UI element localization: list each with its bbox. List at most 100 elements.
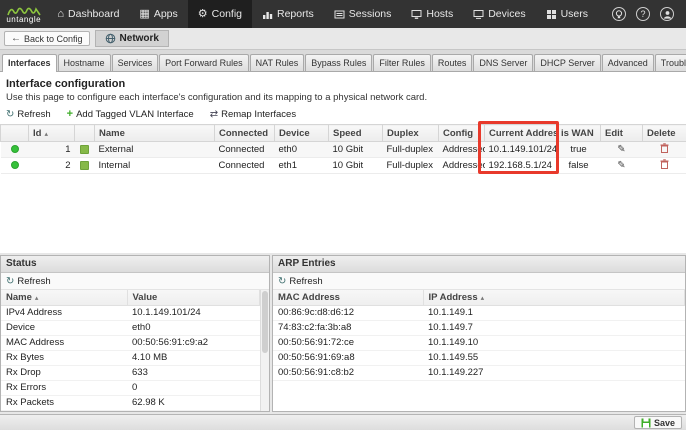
interfaces-toolbar: Refresh Add Tagged VLAN Interface Remap …	[0, 106, 686, 124]
nav-reports[interactable]: Reports	[252, 0, 324, 28]
arp-row[interactable]: 00:86:9c:d8:d6:12 10.1.149.1	[273, 305, 685, 321]
users-icon	[546, 9, 556, 19]
status-row[interactable]: Rx Errors 0	[1, 380, 260, 396]
nav-label: Apps	[153, 8, 178, 20]
status-refresh-button[interactable]: Refresh	[1, 273, 269, 290]
col-status-value[interactable]: Value	[127, 290, 260, 306]
col-name[interactable]: Name	[94, 124, 215, 142]
status-row[interactable]: Device eth0	[1, 320, 260, 336]
status-table: Name Value IPv4 Address 10.1.149.101/24 …	[1, 290, 260, 411]
tab-nat-rules[interactable]: NAT Rules	[249, 54, 305, 71]
col-duplex[interactable]: Duplex	[382, 124, 439, 142]
nav-config[interactable]: Config	[187, 0, 252, 28]
col-status-name[interactable]: Name	[1, 290, 128, 306]
arp-mac: 00:50:56:91:69:a8	[273, 350, 423, 366]
tab-interfaces[interactable]: Interfaces	[2, 54, 57, 72]
network-section-tab[interactable]: Network	[94, 30, 169, 47]
scrollbar-thumb[interactable]	[262, 291, 268, 353]
tab-port-forward-rules[interactable]: Port Forward Rules	[159, 54, 249, 71]
help-icon[interactable]	[636, 7, 650, 21]
nav-dashboard[interactable]: Dashboard	[47, 0, 129, 28]
cell-speed: 10 Gbit	[328, 141, 383, 158]
status-value: 62.98 K	[127, 395, 260, 411]
remap-interfaces-button[interactable]: Remap Interfaces	[210, 108, 296, 121]
col-delete[interactable]: Delete	[642, 124, 686, 142]
tab-bypass-rules[interactable]: Bypass Rules	[305, 54, 373, 71]
interface-type-icon	[80, 144, 89, 154]
nav-hosts[interactable]: Hosts	[401, 0, 463, 28]
refresh-label: Refresh	[289, 275, 323, 287]
col-type-icon[interactable]	[74, 124, 95, 142]
status-row[interactable]: MAC Address 00:50:56:91:c9:a2	[1, 335, 260, 351]
cell-is-wan: false	[556, 157, 601, 174]
nav-devices[interactable]: Devices	[463, 0, 535, 28]
tab-filter-rules[interactable]: Filter Rules	[373, 54, 431, 71]
arp-panel-title: ARP Entries	[273, 256, 685, 273]
interface-row-external[interactable]: 1 External Connected eth0 10 Gbit Full-d…	[0, 141, 686, 158]
status-row[interactable]: Rx Packets 62.98 K	[1, 395, 260, 411]
col-status[interactable]	[0, 124, 29, 142]
tab-hostname[interactable]: Hostname	[57, 54, 111, 71]
status-row[interactable]: Rx Drop 633	[1, 365, 260, 381]
nav-label: Config	[211, 8, 242, 20]
nav-sessions[interactable]: Sessions	[324, 0, 402, 28]
cell-current-address: 192.168.5.1/24	[484, 157, 557, 174]
cell-config: Addressed	[438, 157, 485, 174]
status-name: Rx Errors	[1, 380, 127, 396]
bottom-panels: Status Refresh Name Value	[0, 253, 686, 414]
col-connected[interactable]: Connected	[214, 124, 275, 142]
tab-advanced[interactable]: Advanced	[601, 54, 654, 71]
tab-routes[interactable]: Routes	[431, 54, 473, 71]
add-vlan-button[interactable]: Add Tagged VLAN Interface	[67, 108, 194, 121]
logo-text: untangle	[6, 14, 42, 24]
tab-dhcp-server[interactable]: DHCP Server	[534, 54, 601, 71]
col-edit[interactable]: Edit	[600, 124, 643, 142]
nav-label: Sessions	[348, 8, 392, 20]
status-row[interactable]: Rx Bytes 4.10 MB	[1, 350, 260, 366]
delete-icon[interactable]	[660, 143, 669, 153]
untangle-logo[interactable]: untangle	[0, 0, 47, 28]
col-device[interactable]: Device	[274, 124, 329, 142]
interfaces-panel: Interface configuration Use this page to…	[0, 72, 686, 253]
tab-troubleshooting[interactable]: Troubleshooting	[654, 54, 686, 71]
account-icon[interactable]	[660, 7, 674, 21]
back-arrow-icon	[11, 33, 21, 44]
delete-icon[interactable]	[660, 159, 669, 169]
arp-refresh-button[interactable]: Refresh	[273, 273, 685, 290]
back-to-config-button[interactable]: Back to Config	[4, 31, 90, 46]
arp-row[interactable]: 74:83:c2:fa:3b:a8 10.1.149.7	[273, 320, 685, 336]
cell-config: Addressed	[438, 141, 485, 158]
nav-users[interactable]: Users	[536, 0, 598, 28]
edit-icon[interactable]	[617, 160, 625, 171]
secondary-nav: Sessions Hosts Devices Users ?	[324, 0, 686, 28]
edit-icon[interactable]	[617, 144, 625, 155]
save-button[interactable]: Save	[633, 416, 682, 429]
col-is-wan[interactable]: is WAN	[556, 124, 601, 142]
status-scrollbar[interactable]	[260, 290, 269, 411]
col-ip-address[interactable]: IP Address	[423, 290, 685, 306]
nav-apps[interactable]: Apps	[129, 0, 187, 28]
bulb-icon[interactable]	[612, 7, 626, 21]
col-current-address[interactable]: Current Address	[484, 124, 557, 142]
arp-row[interactable]: 00:50:56:91:69:a8 10.1.149.55	[273, 350, 685, 366]
col-speed[interactable]: Speed	[328, 124, 383, 142]
apps-icon	[139, 9, 149, 20]
tab-services[interactable]: Services	[111, 54, 159, 71]
status-name: IPv4 Address	[1, 305, 127, 321]
refresh-label: Refresh	[17, 109, 51, 120]
arp-ip: 10.1.149.227	[423, 365, 685, 381]
interface-row-internal[interactable]: 2 Internal Connected eth1 10 Gbit Full-d…	[0, 157, 686, 174]
app-root: untangle Dashboard Apps Config	[0, 0, 686, 430]
arp-row[interactable]: 00:50:56:91:72:ce 10.1.149.10	[273, 335, 685, 351]
status-value: eth0	[127, 320, 260, 336]
refresh-icon	[6, 108, 14, 121]
refresh-button[interactable]: Refresh	[6, 108, 51, 121]
col-id[interactable]: Id	[28, 124, 75, 142]
tab-dns-server[interactable]: DNS Server	[473, 54, 534, 71]
col-mac-address[interactable]: MAC Address	[273, 290, 424, 306]
col-config[interactable]: Config	[438, 124, 485, 142]
arp-row[interactable]: 00:50:56:91:c8:b2 10.1.149.227	[273, 365, 685, 381]
status-row[interactable]: IPv4 Address 10.1.149.101/24	[1, 305, 260, 321]
refresh-label: Refresh	[17, 275, 51, 287]
remap-icon	[210, 108, 218, 121]
